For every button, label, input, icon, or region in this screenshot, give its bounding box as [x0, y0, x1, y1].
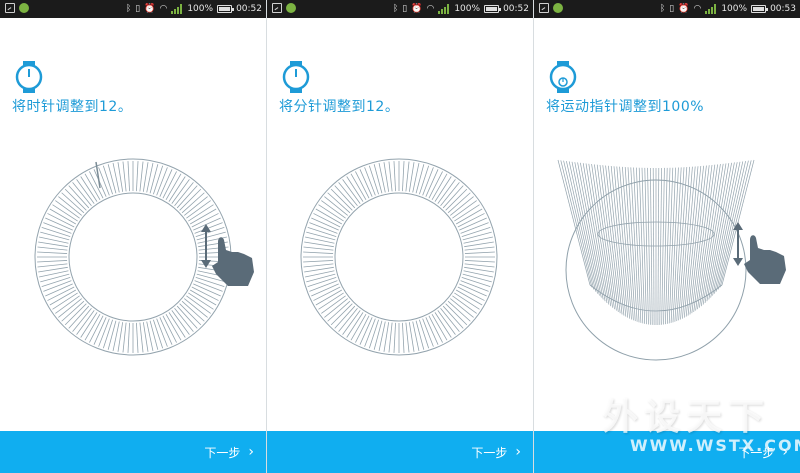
signal-icon	[438, 4, 450, 14]
signal-icon	[171, 4, 183, 14]
instruction-title: 将时针调整到12。	[12, 99, 133, 115]
dial-funnel	[557, 159, 786, 361]
wifi-icon: ◠	[426, 4, 435, 14]
chevron-right-icon: ›	[248, 444, 254, 460]
bottom-action-bar: 下一步 ›	[534, 431, 800, 473]
bottom-action-bar: 下一步 ›	[0, 431, 266, 473]
hand-gesture-icon	[733, 222, 786, 284]
next-step-button[interactable]: 下一步 ›	[738, 431, 788, 473]
bluetooth-icon: ᛒ	[659, 4, 666, 14]
vibrate-icon: ▯	[135, 4, 141, 14]
battery-icon	[484, 5, 502, 13]
wifi-icon: ◠	[693, 4, 702, 14]
signal-icon	[705, 4, 717, 14]
chevron-right-icon: ›	[515, 444, 521, 460]
alarm-icon: ⏰	[678, 4, 690, 14]
bluetooth-icon: ᛒ	[125, 4, 132, 14]
status-bar: ᛒ ▯ ⏰ ◠ 100% 00:53	[534, 0, 800, 18]
leaf-icon	[553, 3, 563, 13]
leaf-icon	[19, 3, 29, 13]
battery-icon	[751, 5, 769, 13]
wifi-icon: ◠	[159, 4, 168, 14]
clock: 00:52	[503, 4, 529, 14]
bottom-action-bar: 下一步 ›	[267, 431, 533, 473]
bluetooth-icon: ᛒ	[392, 4, 399, 14]
watch-icon	[282, 61, 310, 93]
leaf-icon	[286, 3, 296, 13]
next-step-button[interactable]: 下一步 ›	[204, 431, 254, 473]
setup-panel-sport-hand: ᛒ ▯ ⏰ ◠ 100% 00:53 将运动指针调整到100% 下一步 ›	[534, 0, 800, 473]
instruction-title: 将分针调整到12。	[279, 99, 400, 115]
watch-sport-icon	[549, 61, 577, 93]
next-step-button[interactable]: 下一步 ›	[471, 431, 521, 473]
screenshot-collage: ᛒ ▯ ⏰ ◠ 100% 00:52 将时针调整到12。 下一步 › ᛒ ▯ ⏰…	[0, 0, 800, 473]
vibrate-icon: ▯	[402, 4, 408, 14]
hand-gesture-icon	[201, 224, 254, 286]
setup-panel-minute-hand: ᛒ ▯ ⏰ ◠ 100% 00:52 将分针调整到12。 下一步 ›	[267, 0, 533, 473]
chevron-right-icon: ›	[782, 444, 788, 460]
image-icon	[539, 3, 549, 13]
next-step-label: 下一步	[471, 445, 508, 460]
battery-percent: 100%	[454, 4, 481, 14]
alarm-icon: ⏰	[411, 4, 423, 14]
vibrate-icon: ▯	[669, 4, 675, 14]
status-bar: ᛒ ▯ ⏰ ◠ 100% 00:52	[0, 0, 266, 18]
setup-panel-hour-hand: ᛒ ▯ ⏰ ◠ 100% 00:52 将时针调整到12。 下一步 ›	[0, 0, 266, 473]
next-step-label: 下一步	[738, 445, 775, 460]
watch-icon	[15, 61, 43, 93]
next-step-label: 下一步	[204, 445, 241, 460]
image-icon	[5, 3, 15, 13]
clock: 00:52	[236, 4, 262, 14]
dial-ring	[300, 158, 498, 356]
status-bar: ᛒ ▯ ⏰ ◠ 100% 00:52	[267, 0, 533, 18]
battery-percent: 100%	[187, 4, 214, 14]
instruction-title: 将运动指针调整到100%	[546, 99, 705, 115]
clock: 00:53	[770, 4, 796, 14]
dial-ring	[34, 158, 254, 356]
battery-percent: 100%	[721, 4, 748, 14]
image-icon	[272, 3, 282, 13]
alarm-icon: ⏰	[144, 4, 156, 14]
battery-icon	[217, 5, 235, 13]
